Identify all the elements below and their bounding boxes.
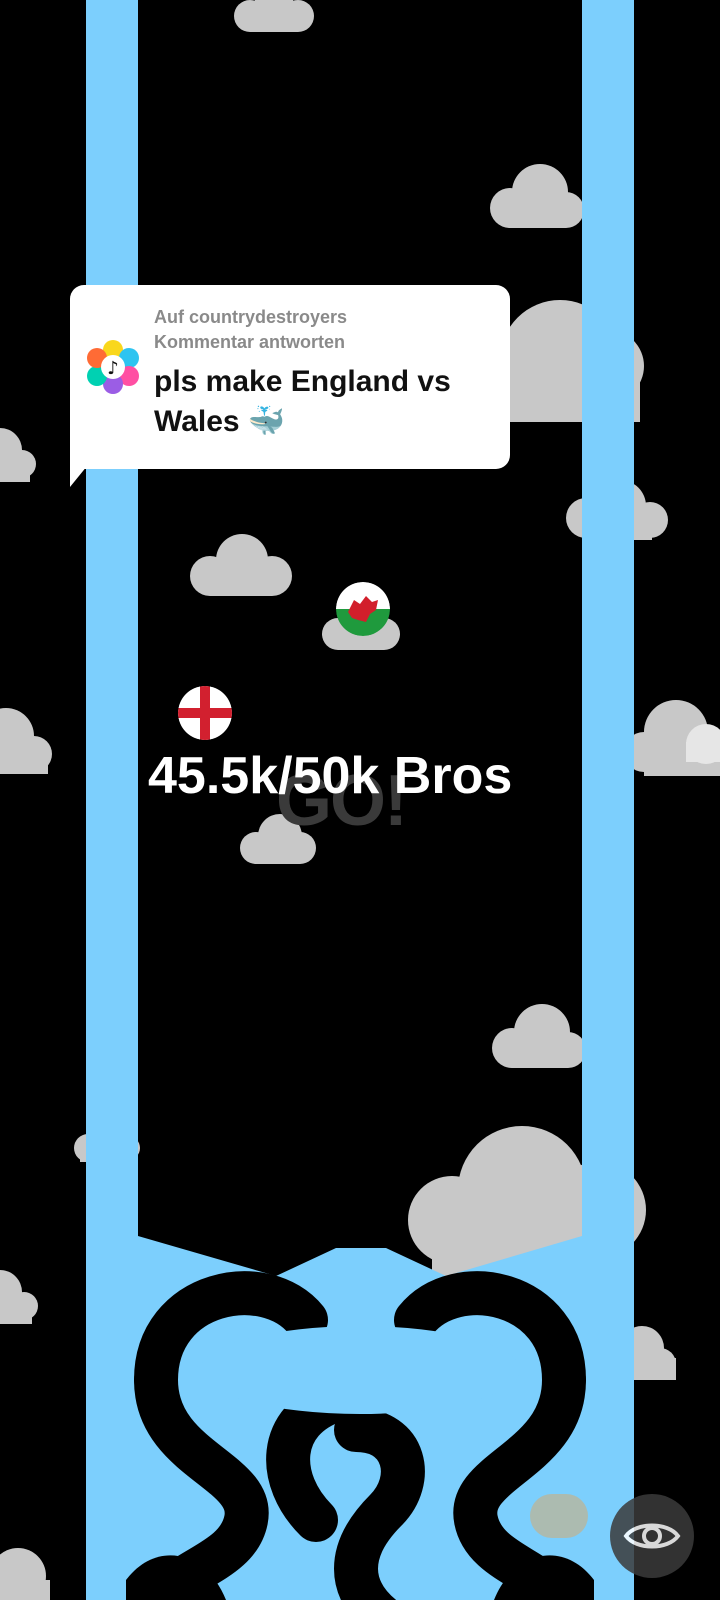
cloud-icon — [490, 164, 584, 228]
cloud-icon — [234, 0, 314, 32]
game-stage: ♪ Auf countrydestroyers Kommentar antwor… — [0, 0, 720, 1600]
maze-funnel — [126, 1236, 594, 1600]
comment-reply-bubble[interactable]: ♪ Auf countrydestroyers Kommentar antwor… — [70, 285, 510, 469]
cloud-icon — [190, 534, 292, 596]
comment-text-line2: Wales 🐳 — [154, 405, 286, 438]
cloud-icon — [0, 1270, 38, 1324]
reply-prefix-label: Auf countrydestroyers — [154, 307, 348, 327]
followers-counter: 45.5k/50k Bros — [148, 747, 513, 805]
england-ball — [178, 686, 232, 740]
cloud-icon — [624, 700, 720, 776]
cloud-icon — [0, 708, 52, 774]
cloud-icon — [492, 1004, 586, 1068]
eye-icon — [623, 1523, 681, 1549]
cloud-icon — [0, 428, 36, 482]
reply-suffix-label: Kommentar antworten — [154, 332, 346, 352]
cloud-icon — [0, 1548, 50, 1600]
gift-icon[interactable] — [530, 1494, 588, 1538]
svg-text:♪: ♪ — [107, 358, 119, 379]
eye-button[interactable] — [610, 1494, 694, 1578]
comment-text-line1: pls make England vs — [154, 365, 451, 398]
wales-ball — [336, 582, 390, 636]
colorful-flower-tiktok-icon: ♪ — [87, 340, 139, 394]
